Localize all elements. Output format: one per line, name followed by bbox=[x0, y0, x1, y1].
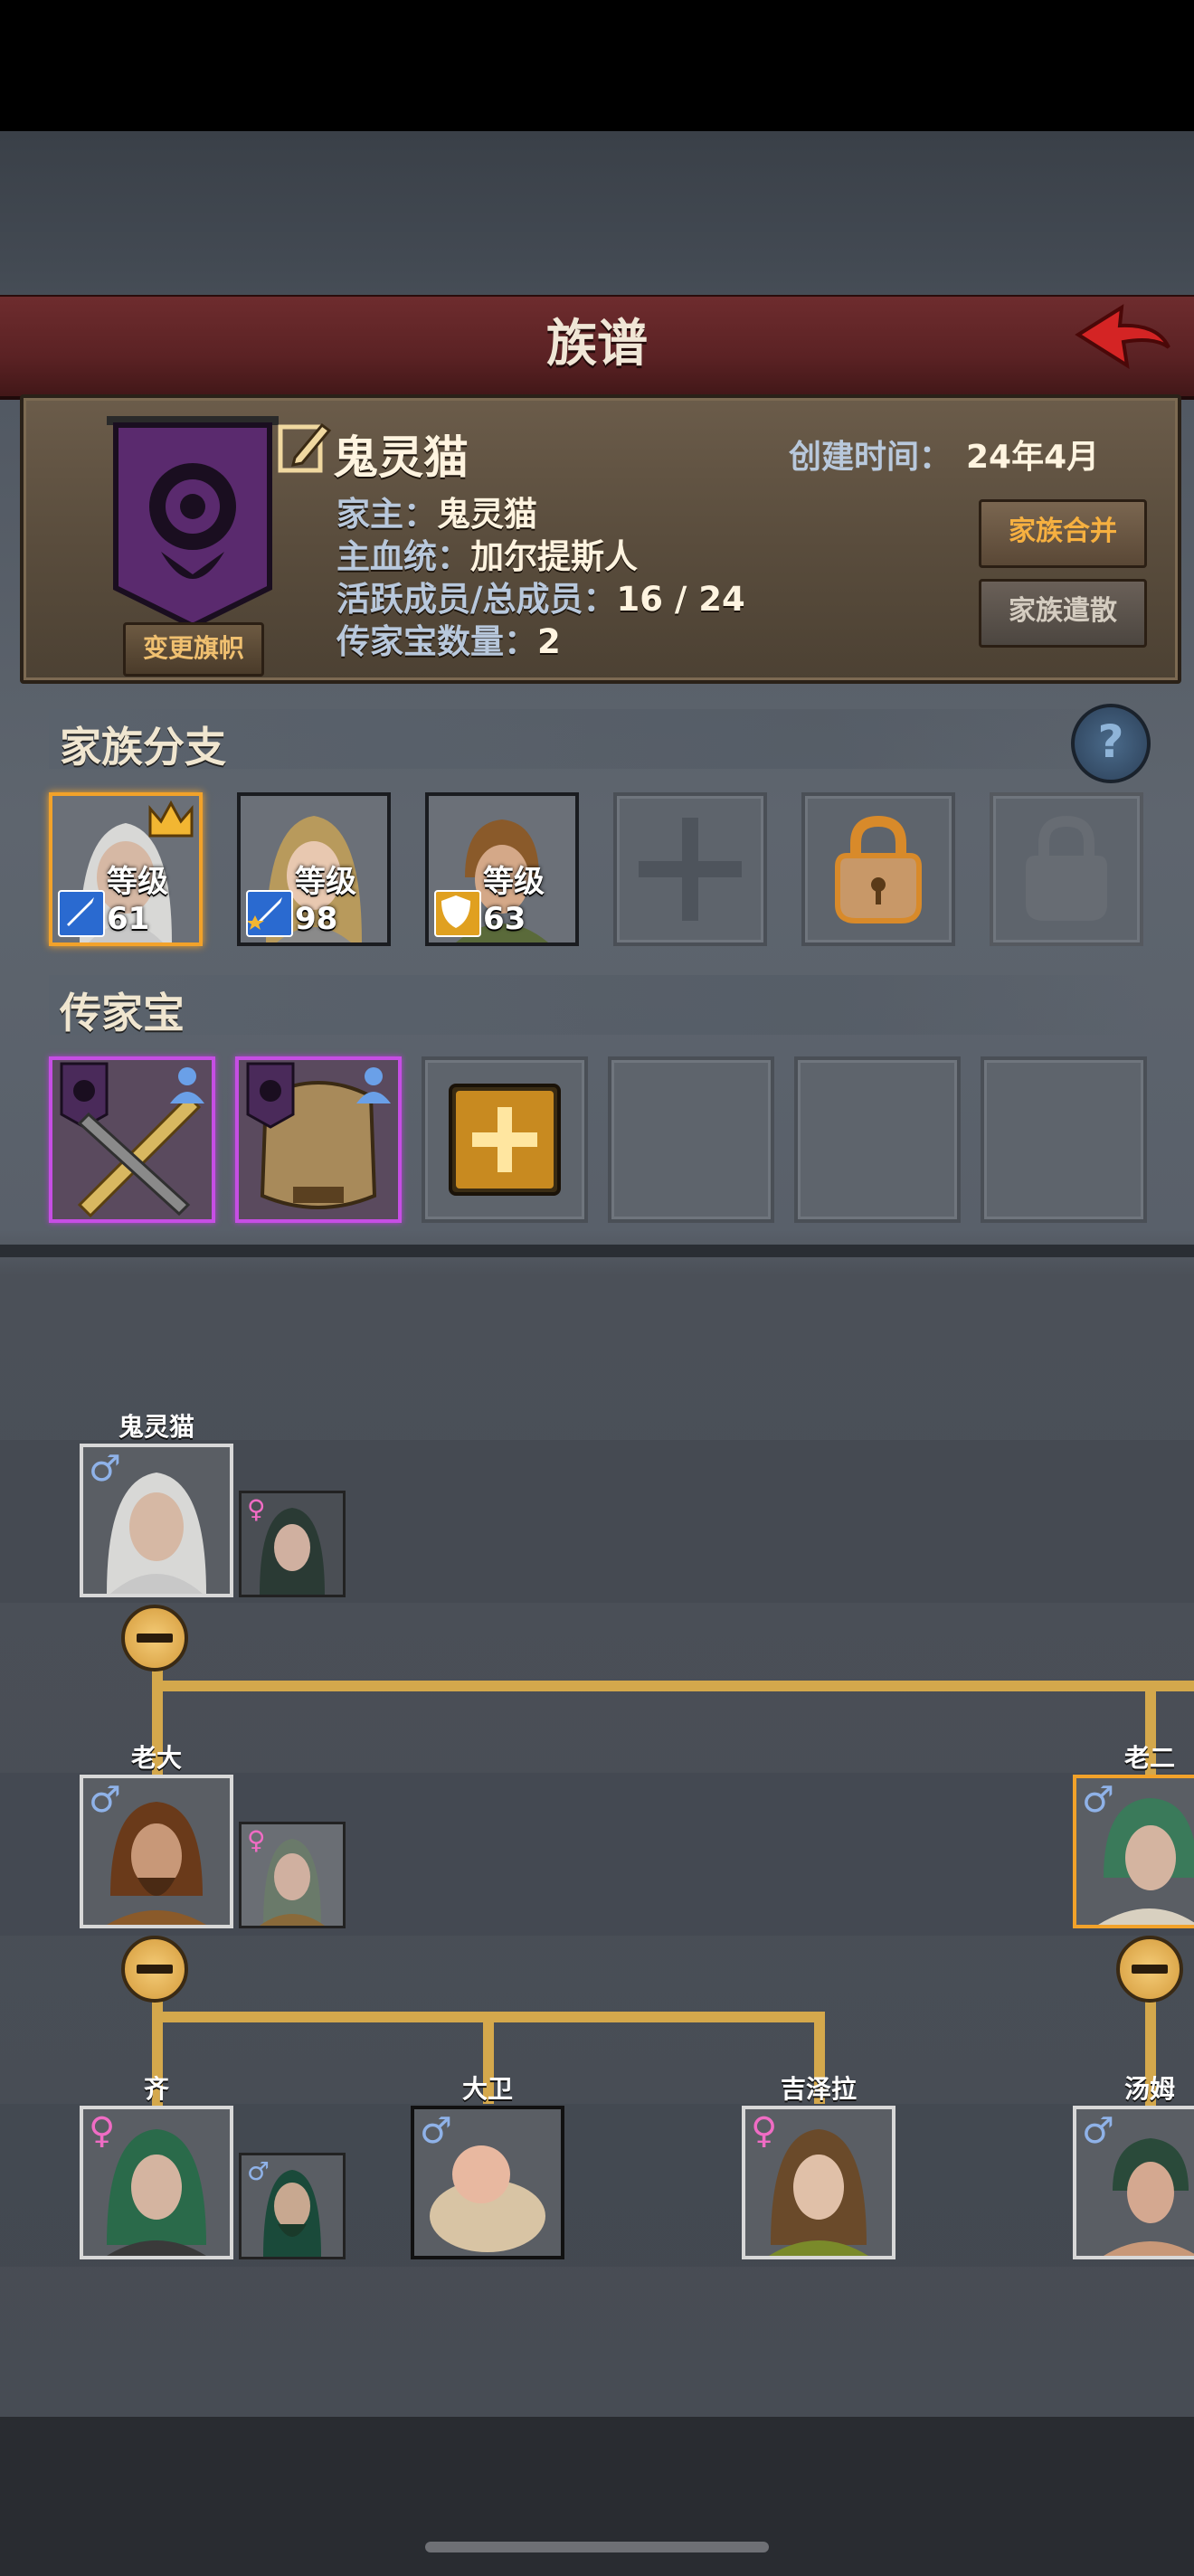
family-merge-button[interactable]: 家族合并 bbox=[979, 499, 1147, 568]
heirloom-add-slot[interactable] bbox=[422, 1056, 588, 1223]
person-icon bbox=[170, 1067, 204, 1103]
crown-icon bbox=[148, 800, 194, 838]
member-portrait-ghostcat[interactable]: ♂ bbox=[80, 1444, 233, 1597]
back-arrow-icon bbox=[1075, 304, 1170, 370]
member-portrait-qi[interactable]: ♀ bbox=[80, 2106, 233, 2259]
family-head-label: 家主： bbox=[336, 495, 437, 534]
back-button[interactable] bbox=[1067, 300, 1176, 382]
change-flag-button[interactable]: 变更旗帜 bbox=[123, 622, 264, 677]
status-area bbox=[0, 0, 1194, 131]
member-portrait-eldest[interactable]: ♂ bbox=[80, 1775, 233, 1928]
male-icon: ♂ bbox=[89, 1448, 121, 1490]
family-banner-icon[interactable] bbox=[107, 416, 279, 633]
section-divider bbox=[0, 1245, 1194, 1257]
members-row: 活跃成员/总成员：16 / 24 bbox=[336, 572, 745, 620]
lock-icon bbox=[835, 815, 922, 923]
page-title: 族谱 bbox=[546, 315, 648, 374]
member-name: 汤姆 bbox=[1123, 2074, 1175, 2104]
person-icon bbox=[356, 1067, 391, 1103]
member-portrait-tom[interactable]: ♂ bbox=[1073, 2106, 1194, 2259]
level-label: 等级63 bbox=[483, 864, 545, 937]
heirloom-count-row: 传家宝数量：2 bbox=[336, 614, 561, 663]
collapse-button[interactable] bbox=[121, 1605, 188, 1672]
created-value: 24年4月 bbox=[966, 439, 1100, 476]
heirloom-slot-1[interactable] bbox=[49, 1056, 215, 1223]
male-icon: ♂ bbox=[420, 2110, 452, 2152]
member-name: 大卫 bbox=[461, 2074, 513, 2104]
branch-slot-3[interactable]: 等级63 bbox=[425, 792, 579, 946]
member-portrait-second[interactable]: ♂ bbox=[1073, 1775, 1194, 1928]
members-label: 活跃成员/总成员： bbox=[336, 580, 617, 619]
female-icon: ♀ bbox=[247, 1825, 266, 1855]
spouse-portrait[interactable]: ♀ bbox=[239, 1822, 346, 1928]
family-disband-button[interactable]: 家族遣散 bbox=[979, 579, 1147, 648]
member-name: 齐 bbox=[143, 2074, 169, 2104]
male-icon: ♂ bbox=[247, 2156, 270, 2186]
member-portrait-gizela[interactable]: ♀ bbox=[742, 2106, 896, 2259]
branch-slot-1[interactable]: 等级61 bbox=[49, 792, 203, 946]
level-label: 等级61 bbox=[107, 864, 168, 937]
member-name: 老二 bbox=[1123, 1743, 1175, 1773]
branch-slot-add[interactable] bbox=[613, 792, 767, 946]
sword-star-role-icon bbox=[246, 890, 293, 937]
female-icon: ♀ bbox=[751, 2110, 778, 2152]
male-icon: ♂ bbox=[1082, 1779, 1114, 1821]
family-head-value: 鬼灵猫 bbox=[437, 495, 537, 534]
member-portrait-david[interactable]: ♂ bbox=[411, 2106, 564, 2259]
spouse-portrait[interactable]: ♂ bbox=[239, 2153, 346, 2259]
family-head-row: 家主：鬼灵猫 bbox=[336, 487, 537, 535]
collapse-button[interactable] bbox=[1116, 1936, 1183, 2003]
members-value: 16 / 24 bbox=[616, 580, 745, 619]
member-name: 鬼灵猫 bbox=[118, 1412, 194, 1442]
heirloom-empty-slot bbox=[608, 1056, 774, 1223]
member-name: 老大 bbox=[130, 1743, 182, 1773]
heirloom-count-label: 传家宝数量： bbox=[336, 622, 537, 661]
member-name: 吉泽拉 bbox=[780, 2074, 857, 2104]
heirloom-slot-2[interactable] bbox=[235, 1056, 402, 1223]
family-name: 鬼灵猫 bbox=[333, 431, 469, 484]
female-icon: ♀ bbox=[247, 1494, 266, 1524]
branches-header: 家族分支 bbox=[49, 709, 1152, 772]
heirloom-empty-slot bbox=[981, 1056, 1147, 1223]
branch-slot-locked-gray bbox=[990, 792, 1143, 946]
add-icon bbox=[449, 1084, 561, 1196]
shield-role-icon bbox=[434, 890, 481, 937]
level-label: 等级98 bbox=[295, 864, 356, 937]
bloodline-label: 主血统： bbox=[336, 537, 470, 576]
collapse-button[interactable] bbox=[121, 1936, 188, 2003]
branches-title: 家族分支 bbox=[60, 723, 226, 772]
branch-slot-locked[interactable] bbox=[801, 792, 955, 946]
created-label: 创建时间： bbox=[789, 439, 952, 476]
heirlooms-header: 传家宝 bbox=[49, 975, 1152, 1037]
spouse-portrait[interactable]: ♀ bbox=[239, 1491, 346, 1597]
heirloom-empty-slot bbox=[794, 1056, 961, 1223]
branch-slot-2[interactable]: 等级98 bbox=[237, 792, 391, 946]
heirloom-count-value: 2 bbox=[537, 622, 561, 661]
heirlooms-title: 传家宝 bbox=[60, 989, 185, 1037]
bloodline-row: 主血统：加尔提斯人 bbox=[336, 529, 638, 578]
male-icon: ♂ bbox=[1082, 2110, 1114, 2152]
female-icon: ♀ bbox=[89, 2110, 116, 2152]
bloodline-value: 加尔提斯人 bbox=[470, 537, 638, 576]
edit-icon[interactable] bbox=[275, 418, 333, 476]
sword-role-icon bbox=[58, 890, 105, 937]
help-button[interactable]: ? bbox=[1071, 704, 1151, 783]
tree-line bbox=[152, 1681, 1194, 1691]
lock-icon bbox=[1026, 815, 1107, 921]
home-indicator[interactable] bbox=[425, 2542, 769, 2552]
male-icon: ♂ bbox=[89, 1779, 121, 1821]
cross-icon bbox=[639, 818, 742, 921]
